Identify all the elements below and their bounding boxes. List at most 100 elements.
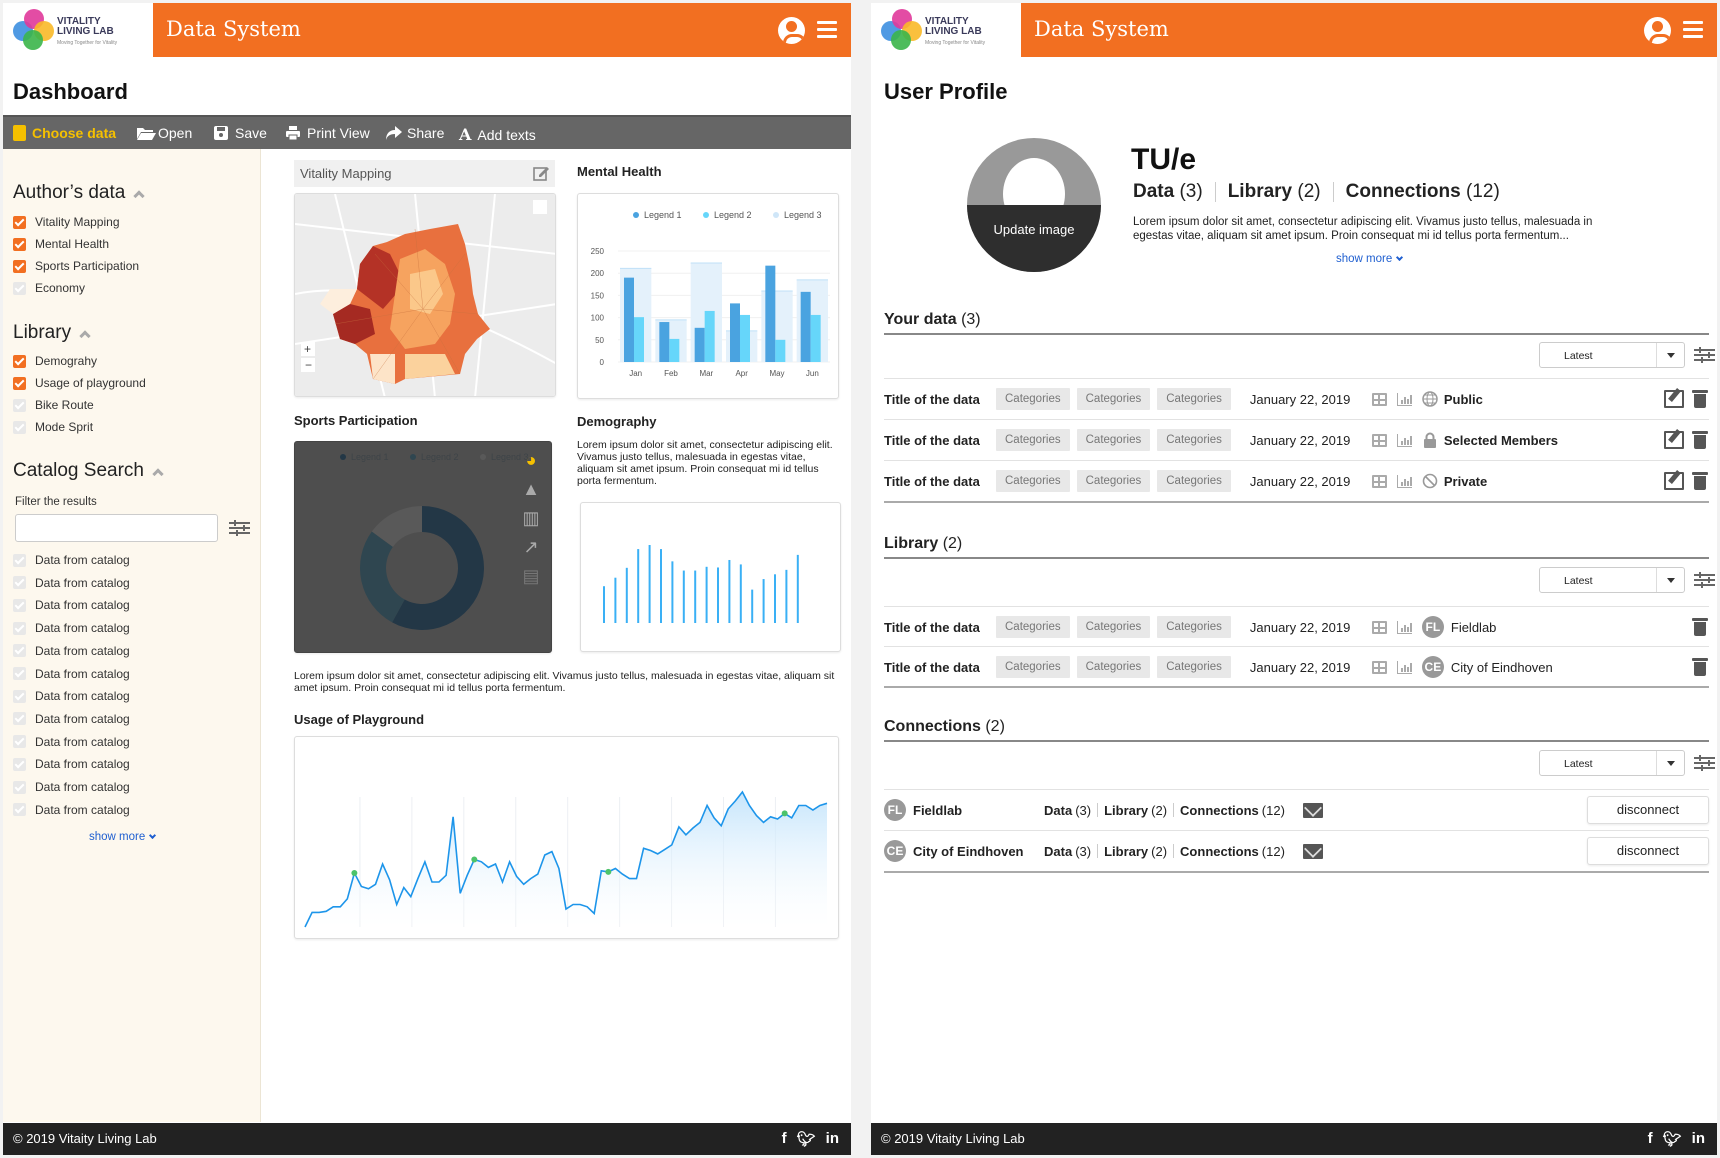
hamburger-menu-icon[interactable] [817, 21, 837, 39]
mental-health-chart[interactable]: Legend 1 Legend 2 Legend 3 0 50 100 150 200 250 J… [578, 194, 840, 400]
connection-name[interactable]: City of Eindhoven [913, 844, 1044, 859]
connection-stat-data[interactable]: Data [1044, 844, 1072, 859]
checkbox[interactable] [13, 689, 26, 703]
data-title[interactable]: Title of the data [884, 392, 996, 407]
checkbox-item[interactable]: Economy [13, 281, 85, 295]
owner-name[interactable]: Fieldlab [1451, 620, 1497, 635]
checkbox[interactable] [13, 757, 26, 771]
checkbox[interactable] [13, 420, 26, 434]
usage-of-playground-chart[interactable] [295, 737, 840, 940]
category-chip[interactable]: Categories [1076, 470, 1151, 492]
sort-select[interactable]: Latest [1539, 750, 1685, 776]
category-chip[interactable]: Categories [1076, 388, 1151, 410]
category-chip[interactable]: Categories [1157, 616, 1231, 638]
show-more-link[interactable]: show more [1336, 253, 1404, 265]
checkbox-item[interactable]: Data from catalog [13, 621, 130, 635]
checkbox-item[interactable]: Data from catalog [13, 598, 130, 612]
chart-view-icon[interactable] [1396, 392, 1412, 406]
category-chip[interactable]: Categories [996, 656, 1070, 678]
connection-name[interactable]: Fieldlab [913, 803, 1044, 818]
table-view-icon[interactable] [1371, 620, 1387, 634]
checkbox[interactable] [13, 667, 26, 680]
mental-health-chart-card[interactable]: Legend 1 Legend 2 Legend 3 0 50 100 150 200 250 J… [577, 193, 839, 399]
add-texts-button[interactable]: A Add texts [459, 125, 536, 144]
checkbox-item[interactable]: Data from catalog [13, 780, 130, 794]
data-title[interactable]: Title of the data [884, 660, 996, 675]
checkbox-item[interactable]: Data from catalog [13, 553, 130, 567]
hamburger-menu-icon[interactable] [1683, 21, 1703, 39]
checkbox[interactable] [13, 803, 26, 817]
facebook-icon[interactable]: f [782, 1130, 787, 1148]
connection-row[interactable]: FL Fieldlab Data (3) Library (2) Connections (1… [884, 789, 1709, 830]
data-row[interactable]: Title of the data Categories Categories Cat… [884, 419, 1709, 460]
stat-data[interactable]: Data (3) [1133, 181, 1203, 203]
checkbox-item[interactable]: Data from catalog [13, 644, 130, 658]
category-chip[interactable]: Categories [1157, 429, 1231, 451]
vitality-map[interactable]: + − [294, 193, 556, 397]
category-chip[interactable]: Categories [996, 470, 1070, 492]
checkbox-item[interactable]: Data from catalog [13, 757, 130, 771]
choose-data-button[interactable]: Choose data [13, 125, 116, 141]
disconnect-button[interactable]: disconnect [1587, 796, 1709, 824]
collapse-icon[interactable] [133, 190, 145, 202]
category-chip[interactable]: Categories [1157, 470, 1231, 492]
checkbox[interactable] [13, 598, 26, 612]
connection-stat-data[interactable]: Data [1044, 803, 1072, 818]
trash-icon[interactable] [1692, 390, 1708, 408]
category-chip[interactable]: Categories [1076, 429, 1151, 451]
checkbox-item[interactable]: Mode Sprit [13, 420, 93, 434]
trash-icon[interactable] [1692, 618, 1708, 636]
mail-icon[interactable] [1302, 843, 1323, 859]
library-heading[interactable]: Library [13, 322, 91, 344]
data-row[interactable]: Title of the data Categories Categories Cat… [884, 378, 1709, 419]
demography-chart[interactable] [581, 503, 842, 653]
filter-settings-icon[interactable] [1694, 755, 1715, 771]
checkbox-item[interactable]: Data from catalog [13, 576, 130, 590]
checkbox-item[interactable]: Data from catalog [13, 803, 130, 817]
filter-input[interactable] [15, 514, 218, 542]
profile-avatar[interactable]: Update image [967, 138, 1101, 272]
collapse-icon[interactable] [79, 330, 91, 342]
update-image-button[interactable]: Update image [967, 222, 1101, 237]
collapse-icon[interactable] [152, 468, 164, 480]
edit-icon[interactable] [1664, 390, 1684, 408]
chevron-down-icon[interactable] [1656, 343, 1684, 367]
category-chip[interactable]: Categories [1076, 616, 1151, 638]
checkbox[interactable] [13, 398, 26, 412]
filter-settings-icon[interactable] [229, 520, 250, 536]
connection-row[interactable]: CE City of Eindhoven Data (3) Library (2) Conn… [884, 830, 1709, 871]
filter-settings-icon[interactable] [1694, 347, 1715, 363]
catalog-search-heading[interactable]: Catalog Search [13, 460, 164, 482]
demography-chart-card[interactable] [580, 502, 841, 652]
checkbox[interactable] [13, 354, 26, 368]
share-button[interactable]: Share [385, 125, 444, 141]
pie-chart-icon[interactable]: ◕ [519, 450, 543, 479]
user-account-icon[interactable] [1644, 17, 1671, 44]
checkbox-item[interactable]: Demograhy [13, 354, 97, 368]
checkbox-item[interactable]: Mental Health [13, 237, 109, 251]
checkbox[interactable] [13, 780, 26, 794]
sort-select[interactable]: Latest [1539, 342, 1685, 368]
vitality-logo-icon[interactable] [881, 9, 923, 51]
checkbox-item[interactable]: Usage of playground [13, 376, 146, 390]
table-view-icon[interactable] [1371, 433, 1387, 447]
table-view-icon[interactable] [1371, 660, 1387, 674]
facebook-icon[interactable]: f [1648, 1130, 1653, 1148]
map-icon[interactable]: ▤ [519, 566, 543, 595]
checkbox[interactable] [13, 259, 26, 273]
checkbox-item[interactable]: Data from catalog [13, 689, 130, 703]
chart-view-icon[interactable] [1396, 474, 1412, 488]
chart-view-icon[interactable] [1396, 620, 1412, 634]
usage-of-playground-card[interactable] [294, 736, 839, 939]
data-title[interactable]: Title of the data [884, 620, 996, 635]
area-chart-icon[interactable]: ▲ [519, 479, 543, 508]
chart-view-icon[interactable] [1396, 660, 1412, 674]
checkbox-item[interactable]: Vitality Mapping [13, 215, 120, 229]
checkbox[interactable] [13, 237, 26, 251]
category-chip[interactable]: Categories [996, 429, 1070, 451]
mail-icon[interactable] [1302, 802, 1323, 818]
sort-select[interactable]: Latest [1539, 567, 1685, 593]
twitter-icon[interactable]: 🐦︎ [1663, 1130, 1682, 1148]
checkbox[interactable] [13, 621, 26, 635]
table-view-icon[interactable] [1371, 474, 1387, 488]
